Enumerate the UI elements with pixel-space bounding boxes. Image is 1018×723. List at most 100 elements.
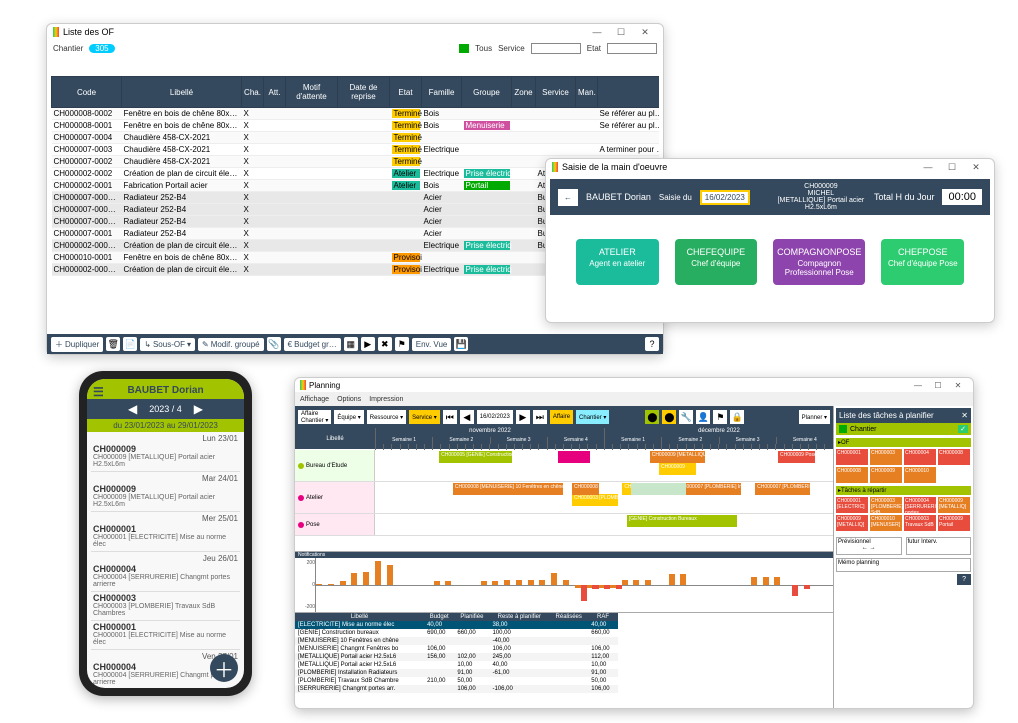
lock-icon[interactable]: 🔒 [730,410,744,424]
col-header[interactable]: Motif d'attente [286,77,338,108]
menu-icon[interactable]: ☰ [93,385,104,399]
gantt-bar[interactable]: CH000009 [659,463,696,475]
export-icon[interactable]: ▦ [344,337,358,351]
phone-task-list[interactable]: Lun 23/01CH000009CH000009 [METALLIQUE] P… [87,432,244,688]
back-button[interactable]: ← [558,189,578,206]
menu-impression[interactable]: Impression [369,396,403,403]
task-chip[interactable]: CH000004 [904,449,936,465]
user-icon[interactable]: 👤 [696,410,710,424]
list-item[interactable]: CH000001CH000001 [ELECTRICITE] Mise au n… [91,523,240,552]
modif-groupe-button[interactable]: ✎Modif. groupé [198,338,264,351]
prev-week-button[interactable]: ◀ [128,402,137,416]
table-row[interactable]: CH000007-0003Chaudière 458-CX-2021XTermi… [52,144,660,156]
task-chip[interactable]: CH000001 [836,449,868,465]
table-row[interactable]: [ELECTRICITE] Mise au norme élec40,0038,… [295,621,618,629]
nav-prev-icon[interactable]: ◀ [460,410,474,424]
menu-options[interactable]: Options [337,396,361,403]
task-chip[interactable]: CH000001 [ELECTRIC] [836,497,868,513]
copy-icon[interactable]: 📄 [123,337,137,351]
gantt-row-label[interactable]: Atelier [295,482,375,513]
task-chip[interactable]: CH000009 Portail [938,515,970,531]
gantt-bar[interactable]: CH000008 [MENUISERIE] 10 Fenêtres en chê… [453,483,563,495]
table-row[interactable]: [PLOMBERIE] Travaux SdB Chambre210,0050,… [295,677,618,685]
task-chip[interactable]: CH000009 [METALLIQ] [836,515,868,531]
gantt-row-label[interactable]: Pose [295,514,375,535]
gantt-bar[interactable]: [GENIE] Construction Bureaux [627,515,737,527]
delete-icon[interactable]: 🗑 [106,337,120,351]
col-header[interactable]: Man. [576,77,598,108]
col-header[interactable]: Date de reprise [338,77,390,108]
table-row[interactable]: [MENUISERIE] Changmt Fenêtres bo106,0010… [295,645,618,653]
planner-label[interactable]: Planner ▾ [799,410,830,424]
filter-btn-icon[interactable]: ✓ [958,425,968,433]
maximize-icon[interactable]: ☐ [609,27,633,38]
nav-first-icon[interactable]: ⏮ [443,410,457,424]
gantt-bar[interactable]: CH000007 [PLOMBERIE] Installation Radiat… [677,483,741,495]
list-item[interactable]: CH000003CH000003 [PLOMBERIE] Travaux SdB… [91,592,240,621]
close-icon[interactable]: ✕ [633,27,657,38]
memo-box[interactable]: Mémo planning [836,558,971,572]
gantt-bar[interactable]: CH000008 10 Fenêtres [572,483,599,495]
chantier-btn[interactable]: Chantier ▾ [576,410,609,424]
sous-of-button[interactable]: ↳Sous-OF ▾ [140,338,195,351]
task-chip[interactable]: CH000003 [PLOMBERIE] SdB Chambres [870,497,902,513]
role-card[interactable]: COMPAGNONPOSECompagnon Professionnel Pos… [773,239,865,285]
affaire2[interactable]: Affaire [550,410,573,424]
previsionnel-box[interactable]: Prévisionnel← → [836,537,902,555]
role-card[interactable]: ATELIERAgent en atelier [576,239,659,285]
task-chip[interactable]: CH000003 Travaux SdB [904,515,936,531]
task-chip[interactable]: CH000010 [904,467,936,483]
equipe-filter[interactable]: Équipe ▾ [334,410,363,424]
nav-next-icon[interactable]: ▶ [516,410,530,424]
maximize-icon[interactable]: ☐ [928,381,948,390]
service-dropdown[interactable] [531,43,581,54]
week-label[interactable]: 2023 / 4 [149,404,182,414]
task-chip[interactable]: CH000008 [836,467,868,483]
nav-last-icon[interactable]: ⏭ [533,410,547,424]
play-icon[interactable]: ▶ [361,337,375,351]
close-icon[interactable]: ✕ [948,381,968,390]
gantt-bar[interactable]: CH000005 [GENIE] Construction Bureaux [439,451,512,463]
date-nav[interactable]: 16/02/2023 [477,410,513,424]
col-header[interactable]: Att. [264,77,286,108]
add-fab-button[interactable]: ＋ [210,654,238,682]
futur-interv-box[interactable]: futur Interv. [906,537,972,555]
menu-affichage[interactable]: Affichage [300,396,329,403]
tag-icon[interactable]: ⬤ [645,410,659,424]
chantier-badge[interactable]: 305 [89,44,114,53]
sidebar-close-icon[interactable]: ✕ [961,411,968,420]
sidebar-help-icon[interactable]: ? [957,574,971,585]
gantt-bar[interactable]: CH000007 [PLOMBERIE] Installation Radiat… [755,483,810,495]
env-vue-button[interactable]: Env. Vue [412,338,452,351]
table-row[interactable]: [SERRURERIE] Changmt portes arr.106,00-1… [295,685,618,693]
table-row[interactable]: CH000008-0001Fenêtre en bois de chêne 80… [52,120,660,132]
col-header[interactable]: Famille [422,77,462,108]
table-row[interactable]: [METALLIQUE] Portail acier H2.5xL6156,00… [295,653,618,661]
table-row[interactable]: CH000007-0004Chaudière 458-CX-2021XTermi… [52,132,660,144]
gantt-bar[interactable] [631,483,686,495]
col-header[interactable] [598,77,660,108]
table-row[interactable]: [MENUISERIE] 10 Fenêtres en chêne-40,00 [295,637,618,645]
budget-button[interactable]: €Budget gr… [284,338,341,351]
task-chip[interactable]: CH000009 [870,467,902,483]
table-row[interactable]: CH000008-0002Fenêtre en bois de chêne 80… [52,108,660,120]
gantt-bar[interactable]: CH000003 [PLOMBERIE] Travaux SdB Chambre… [572,494,618,506]
stop-icon[interactable]: ✖ [378,337,392,351]
col-header[interactable]: Cha. [242,77,264,108]
list-item[interactable]: CH000009CH000009 [METALLIQUE] Portail ac… [91,443,240,472]
col-header[interactable]: Libellé [122,77,242,108]
role-card[interactable]: CHEFPOSEChef d'équipe Pose [881,239,964,285]
gantt-bar[interactable]: CH000009 Pose [778,451,815,463]
col-header[interactable]: Service [536,77,576,108]
col-header[interactable]: Groupe [462,77,512,108]
minimize-icon[interactable]: — [908,381,928,390]
task-chip[interactable]: CH000009 [METALLIQ] [938,497,970,513]
task-chip[interactable]: CH000004 [SERRURERIE] portes [904,497,936,513]
dupliquer-button[interactable]: ＋Dupliquer [51,337,103,352]
task-chip[interactable]: CH000003 [870,449,902,465]
close-icon[interactable]: ✕ [964,162,988,173]
attach-icon[interactable]: 📎 [267,337,281,351]
task-chip[interactable]: CH000008 [938,449,970,465]
next-week-button[interactable]: ▶ [194,402,203,416]
flag-icon[interactable]: ⚑ [395,337,409,351]
